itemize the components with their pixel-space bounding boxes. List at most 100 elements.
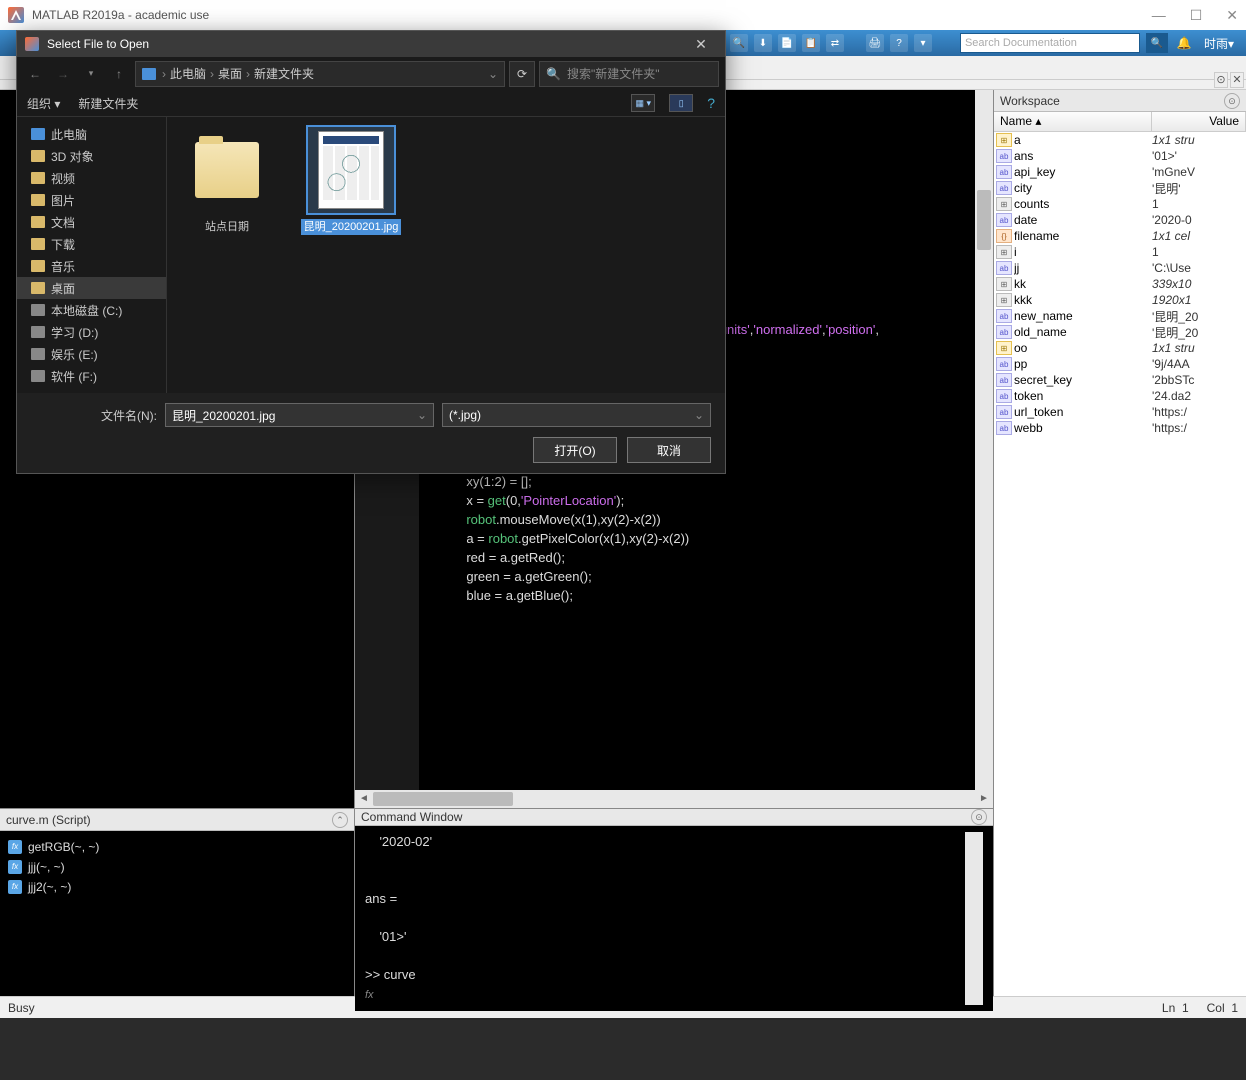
search-button[interactable]: 🔍 [1146,33,1168,53]
breadcrumb-item[interactable]: 新建文件夹 [254,65,314,82]
minimize-button[interactable]: — [1152,7,1166,24]
view-mode-button[interactable]: ▦ ▾ [631,94,655,112]
panel-menu-button[interactable]: ⊙ [971,809,987,825]
notifications-icon[interactable]: 🔔 [1174,36,1194,50]
var-type-icon: ab [996,165,1012,179]
workspace-row[interactable]: ⊞kkk1920x1 [994,292,1246,308]
panel-menu-button[interactable]: ⊙ [1224,93,1240,109]
var-type-icon: ab [996,149,1012,163]
nav-recent-button[interactable]: ▾ [79,62,103,86]
help-icon[interactable]: ? [890,34,908,52]
workspace-row[interactable]: abpp'9j/4AA [994,356,1246,372]
toolstrip-icon[interactable]: ⇄ [826,34,844,52]
tree-item[interactable]: 本地磁盘 (C:) [17,299,166,321]
dialog-file-list[interactable]: 站点日期昆明_20200201.jpg [167,117,725,393]
command-vscrollbar[interactable] [965,832,983,1005]
folder-icon [195,142,259,198]
refresh-button[interactable]: ⟳ [509,61,535,87]
nav-back-button[interactable]: ← [23,62,47,86]
workspace-row[interactable]: abjj'C:\Use [994,260,1246,276]
doc-search-input[interactable]: Search Documentation [960,33,1140,53]
var-type-icon: ab [996,261,1012,275]
tree-item[interactable]: 音乐 [17,255,166,277]
var-type-icon: ab [996,213,1012,227]
file-item[interactable]: 昆明_20200201.jpg [301,127,401,235]
nav-up-button[interactable]: ↑ [107,62,131,86]
maximize-button[interactable]: ☐ [1190,7,1203,24]
tree-item[interactable]: 图片 [17,189,166,211]
help-icon[interactable]: ? [707,95,715,111]
tree-item[interactable]: 文档 [17,211,166,233]
toolstrip-icon[interactable]: 🖨 [866,34,884,52]
workspace-row[interactable]: abnew_name'昆明_20 [994,308,1246,324]
breadcrumb-item[interactable]: 此电脑 [170,65,206,82]
open-button[interactable]: 打开(O) [533,437,617,463]
workspace-row[interactable]: abwebb'https:/ [994,420,1246,436]
workspace-row[interactable]: ⊞counts1 [994,196,1246,212]
address-input[interactable]: › 此电脑 › 桌面 › 新建文件夹 ⌄ [135,61,505,87]
workspace-row[interactable]: ⊞kk339x10 [994,276,1246,292]
toolstrip-dropdown[interactable]: ▾ [914,34,932,52]
function-icon [8,840,22,854]
workspace-row[interactable]: absecret_key'2bbSTc [994,372,1246,388]
dialog-search-input[interactable]: 🔍搜索"新建文件夹" [539,61,719,87]
nav-forward-button[interactable]: → [51,62,75,86]
command-window-header: Command Window ⊙ [355,809,993,826]
workspace-row[interactable]: abold_name'昆明_20 [994,324,1246,340]
function-list-item[interactable]: getRGB(~, ~) [8,837,346,857]
toolstrip-icon[interactable]: ⬇ [754,34,772,52]
new-folder-button[interactable]: 新建文件夹 [78,95,138,112]
dialog-nav-bar: ← → ▾ ↑ › 此电脑 › 桌面 › 新建文件夹 ⌄ ⟳ 🔍搜索"新建文件夹… [17,57,725,91]
panel-close-button[interactable]: ✕ [1230,72,1244,88]
tree-item[interactable]: 视频 [17,167,166,189]
var-type-icon: ⊞ [996,293,1012,307]
preview-pane-button[interactable]: ▯ [669,94,693,112]
disk-icon [31,326,45,338]
workspace-col-name[interactable]: Name ▴ [994,112,1152,131]
filename-input[interactable]: 昆明_20200201.jpg⌄ [165,403,434,427]
function-list-item[interactable]: jjj2(~, ~) [8,877,346,897]
var-type-icon: ab [996,357,1012,371]
tree-item[interactable]: 娱乐 (E:) [17,343,166,365]
dialog-tree[interactable]: 此电脑3D 对象视频图片文档下载音乐桌面本地磁盘 (C:)学习 (D:)娱乐 (… [17,117,167,393]
editor-hscrollbar[interactable]: ◄► [355,790,993,808]
tree-item[interactable]: 下载 [17,233,166,255]
workspace-row[interactable]: {}filename1x1 cel [994,228,1246,244]
dialog-close-button[interactable]: ✕ [685,36,717,53]
workspace-row[interactable]: ⊞i1 [994,244,1246,260]
workspace-row[interactable]: abcity'昆明' [994,180,1246,196]
workspace-row[interactable]: abans'01>' [994,148,1246,164]
command-window[interactable]: '2020-02' ans = '01>' >> curve fx [355,826,993,1011]
file-item[interactable]: 站点日期 [177,127,277,235]
function-list-item[interactable]: jjj(~, ~) [8,857,346,877]
var-type-icon: {} [996,229,1012,243]
panel-collapse-button[interactable]: ⌃ [332,812,348,828]
cancel-button[interactable]: 取消 [627,437,711,463]
breadcrumb-item[interactable]: 桌面 [218,65,242,82]
toolstrip-icon[interactable]: 🔍 [730,34,748,52]
tree-item[interactable]: 桌面 [17,277,166,299]
disk-icon [31,304,45,316]
workspace-row[interactable]: abdate'2020-0 [994,212,1246,228]
workspace-row[interactable]: ⊞oo1x1 stru [994,340,1246,356]
workspace-row[interactable]: ⊞a1x1 stru [994,132,1246,148]
tree-item[interactable]: 3D 对象 [17,145,166,167]
workspace-row[interactable]: abtoken'24.da2 [994,388,1246,404]
workspace-col-value[interactable]: Value [1152,112,1246,131]
dialog-titlebar[interactable]: Select File to Open ✕ [17,31,725,57]
workspace-row[interactable]: aburl_token'https:/ [994,404,1246,420]
tree-item[interactable]: 此电脑 [17,123,166,145]
panel-dropdown-button[interactable]: ⊙ [1214,72,1228,88]
tree-item[interactable]: 软件 (F:) [17,365,166,387]
close-button[interactable]: ✕ [1226,7,1238,24]
toolstrip-icon[interactable]: 📄 [778,34,796,52]
workspace-row[interactable]: abapi_key'mGneV [994,164,1246,180]
var-type-icon: ab [996,181,1012,195]
toolstrip-icon[interactable]: 📋 [802,34,820,52]
editor-vscrollbar[interactable] [975,90,993,790]
organize-menu[interactable]: 组织 ▾ [27,95,60,112]
user-menu[interactable]: 时雨▾ [1200,35,1246,52]
tree-item[interactable]: 学习 (D:) [17,321,166,343]
file-filter-select[interactable]: (*.jpg)⌄ [442,403,711,427]
script-details-title: curve.m (Script) [6,813,91,827]
